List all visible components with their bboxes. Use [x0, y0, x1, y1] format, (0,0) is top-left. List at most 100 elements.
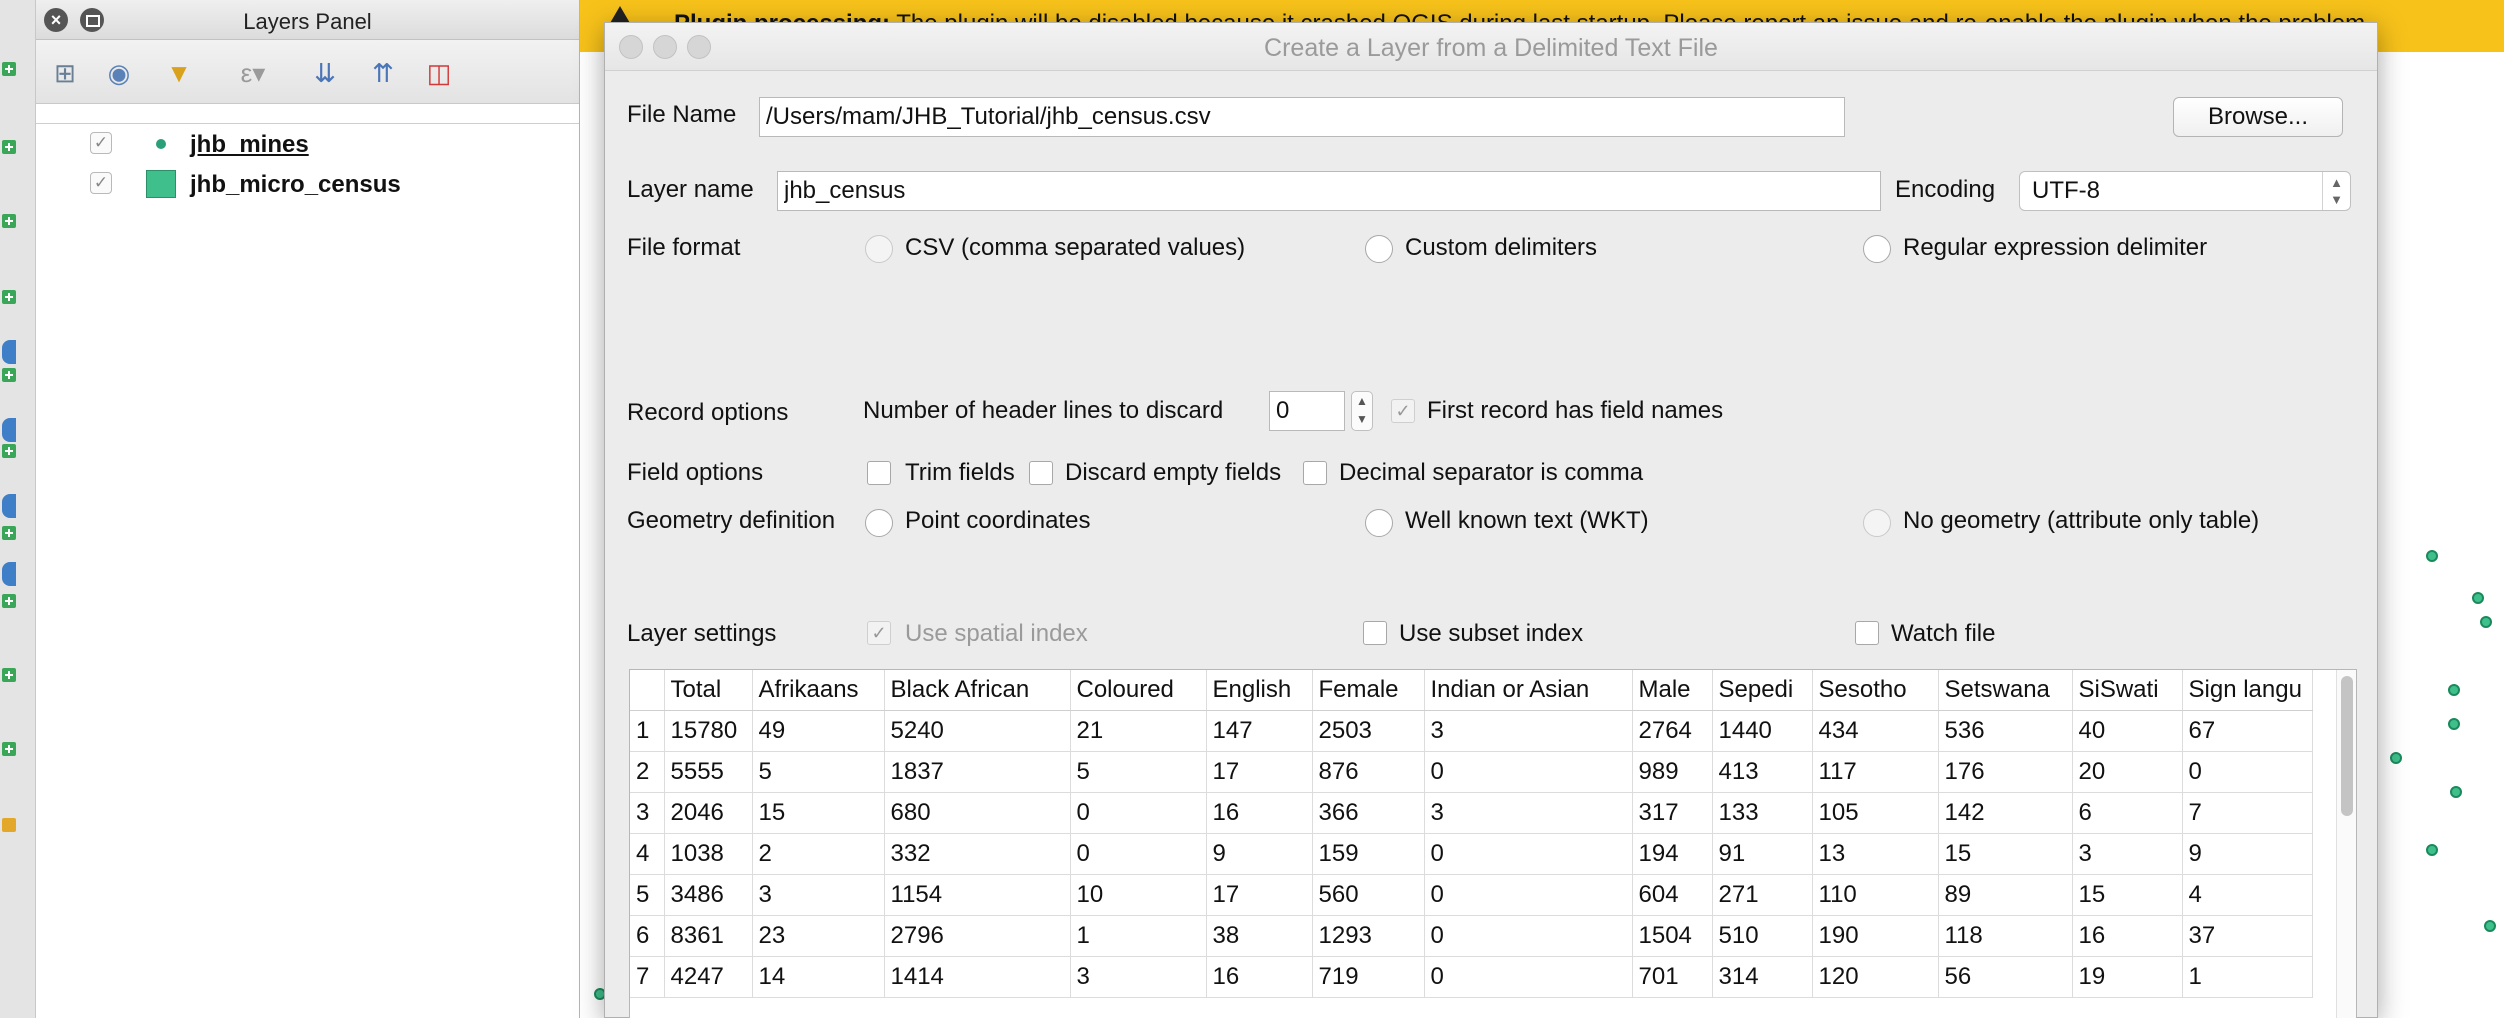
subset-index-checkbox[interactable] [1363, 621, 1387, 645]
column-header[interactable]: Sesotho [1812, 670, 1939, 711]
no-geometry-radio[interactable] [1863, 509, 1891, 537]
table-row[interactable]: 1 15780 49 5240 21 147 2503 3 2764 1440 434 536 40 67 [630, 710, 2313, 752]
column-header[interactable] [630, 670, 665, 711]
regex-delimiter-radio[interactable] [1863, 235, 1891, 263]
file-name-input[interactable] [759, 97, 1845, 137]
column-header[interactable]: Afrikaans [752, 670, 885, 711]
csv-option-label[interactable]: CSV (comma separated values) [905, 234, 1245, 262]
trim-fields-checkbox[interactable] [867, 461, 891, 485]
column-header[interactable]: Sign langu [2182, 670, 2313, 711]
column-header[interactable]: SiSwati [2072, 670, 2183, 711]
spin-arrows-icon[interactable]: ▲ ▼ [1351, 391, 1373, 431]
scrollbar-thumb[interactable] [2341, 676, 2353, 816]
csv-radio[interactable] [865, 235, 893, 263]
wcs-icon[interactable] [2, 494, 16, 518]
column-header[interactable]: Total [664, 670, 753, 711]
wkt-label[interactable]: Well known text (WKT) [1405, 507, 1649, 535]
add-layer-icon[interactable] [2, 290, 16, 304]
add-layer-icon[interactable] [2, 594, 16, 608]
row-number: 3 [630, 792, 665, 834]
decimal-comma-label[interactable]: Decimal separator is comma [1339, 459, 1643, 487]
table-cell: 876 [1312, 751, 1425, 793]
filter-expression-icon[interactable]: ε▾ [228, 56, 278, 90]
add-layer-icon[interactable] [2, 140, 16, 154]
table-cell: 38 [1206, 915, 1313, 957]
table-cell: 434 [1812, 710, 1939, 752]
custom-delimiters-radio[interactable] [1365, 235, 1393, 263]
table-row[interactable]: 6 8361 23 2796 1 38 1293 0 1504 510 190 118 16 37 [630, 915, 2313, 957]
table-row[interactable]: 2 5555 5 1837 5 17 876 0 989 413 117 176 20 0 [630, 751, 2313, 793]
table-cell: 21 [1070, 710, 1207, 752]
subset-index-label[interactable]: Use subset index [1399, 620, 1583, 648]
point-coordinates-radio[interactable] [865, 509, 893, 537]
eye-icon[interactable]: ◉ [102, 56, 136, 90]
table-cell: 67 [2182, 710, 2313, 752]
table-cell: 719 [1312, 956, 1425, 998]
trim-fields-label[interactable]: Trim fields [905, 459, 1015, 487]
column-header[interactable]: Sepedi [1712, 670, 1813, 711]
layer-name[interactable]: jhb_mines [190, 131, 309, 159]
expand-all-icon[interactable]: ⇊ [308, 56, 342, 90]
column-header[interactable]: Setswana [1938, 670, 2073, 711]
column-header[interactable]: Black African [884, 670, 1071, 711]
column-header[interactable]: English [1206, 670, 1313, 711]
wkt-radio[interactable] [1365, 509, 1393, 537]
filter-icon[interactable]: ▼ [162, 56, 196, 90]
column-header[interactable]: Female [1312, 670, 1425, 711]
add-layer-icon[interactable] [2, 214, 16, 228]
wms-icon[interactable] [2, 340, 16, 364]
spatial-index-label[interactable]: Use spatial index [905, 620, 1088, 648]
spatialite-icon[interactable] [2, 562, 16, 586]
column-header[interactable]: Coloured [1070, 670, 1207, 711]
table-row[interactable]: 3 2046 15 680 0 16 366 3 317 133 105 142 6 7 [630, 792, 2313, 834]
table-cell: 366 [1312, 792, 1425, 834]
spatial-index-checkbox[interactable]: ✓ [867, 621, 891, 645]
add-layer-icon[interactable] [2, 526, 16, 540]
first-record-checkbox[interactable]: ✓ [1391, 399, 1415, 423]
no-geometry-label[interactable]: No geometry (attribute only table) [1903, 507, 2259, 535]
wfs-icon[interactable] [2, 418, 16, 442]
watch-file-checkbox[interactable] [1855, 621, 1879, 645]
table-cell: 15780 [664, 710, 753, 752]
header-lines-spinbox[interactable]: 0 [1269, 391, 1345, 431]
regex-delimiter-label[interactable]: Regular expression delimiter [1903, 234, 2207, 262]
table-row[interactable]: 7 4247 14 1414 3 16 719 0 701 314 120 56 19 1 [630, 956, 2313, 998]
add-layer-icon[interactable] [2, 668, 16, 682]
first-record-label[interactable]: First record has field names [1427, 397, 1723, 425]
add-layer-icon[interactable] [2, 444, 16, 458]
encoding-select[interactable]: UTF-8 ▲ ▼ [2019, 171, 2351, 211]
table-row[interactable]: 4 1038 2 332 0 9 159 0 194 91 13 15 3 9 [630, 833, 2313, 875]
custom-delimiters-label[interactable]: Custom delimiters [1405, 234, 1597, 262]
layer-item[interactable]: ✓ jhb_micro_census [36, 164, 580, 202]
layer-name[interactable]: jhb_micro_census [190, 171, 401, 199]
add-layer-icon[interactable] [2, 742, 16, 756]
layer-name-input[interactable] [777, 171, 1881, 211]
table-cell: 9 [1206, 833, 1313, 875]
column-header[interactable]: Male [1632, 670, 1713, 711]
layer-visibility-checkbox[interactable]: ✓ [90, 172, 112, 194]
table-cell: 0 [2182, 751, 2313, 793]
layers-toolbar: ⊞ ◉ ▼ ε▾ ⇊ ⇈ ◫ [36, 40, 579, 104]
decimal-comma-checkbox[interactable] [1303, 461, 1327, 485]
table-cell: 314 [1712, 956, 1813, 998]
layer-visibility-checkbox[interactable]: ✓ [90, 132, 112, 154]
add-layer-icon[interactable] [2, 62, 16, 76]
point-coordinates-label[interactable]: Point coordinates [905, 507, 1090, 535]
column-header[interactable]: Indian or Asian [1424, 670, 1633, 711]
sample-data-table[interactable]: Total Afrikaans Black African Coloured Engli… [629, 669, 2357, 1018]
remove-layer-icon[interactable]: ◫ [422, 56, 456, 90]
discard-empty-checkbox[interactable] [1029, 461, 1053, 485]
browse-button[interactable]: Browse... [2173, 97, 2343, 137]
collapse-all-icon[interactable]: ⇈ [366, 56, 400, 90]
watch-file-label[interactable]: Watch file [1891, 620, 1995, 648]
plugin-icon[interactable] [2, 818, 16, 832]
add-layer-icon[interactable] [2, 368, 16, 382]
table-row[interactable]: 5 3486 3 1154 10 17 560 0 604 271 110 89 15 4 [630, 874, 2313, 916]
table-cell: 1504 [1632, 915, 1713, 957]
table-cell: 13 [1812, 833, 1939, 875]
map-feature-point [2480, 616, 2492, 628]
discard-empty-label[interactable]: Discard empty fields [1065, 459, 1281, 487]
layer-item[interactable]: ✓ jhb_mines [36, 124, 580, 162]
open-layer-styling-icon[interactable]: ⊞ [48, 56, 82, 90]
vertical-scrollbar[interactable] [2336, 670, 2356, 1018]
